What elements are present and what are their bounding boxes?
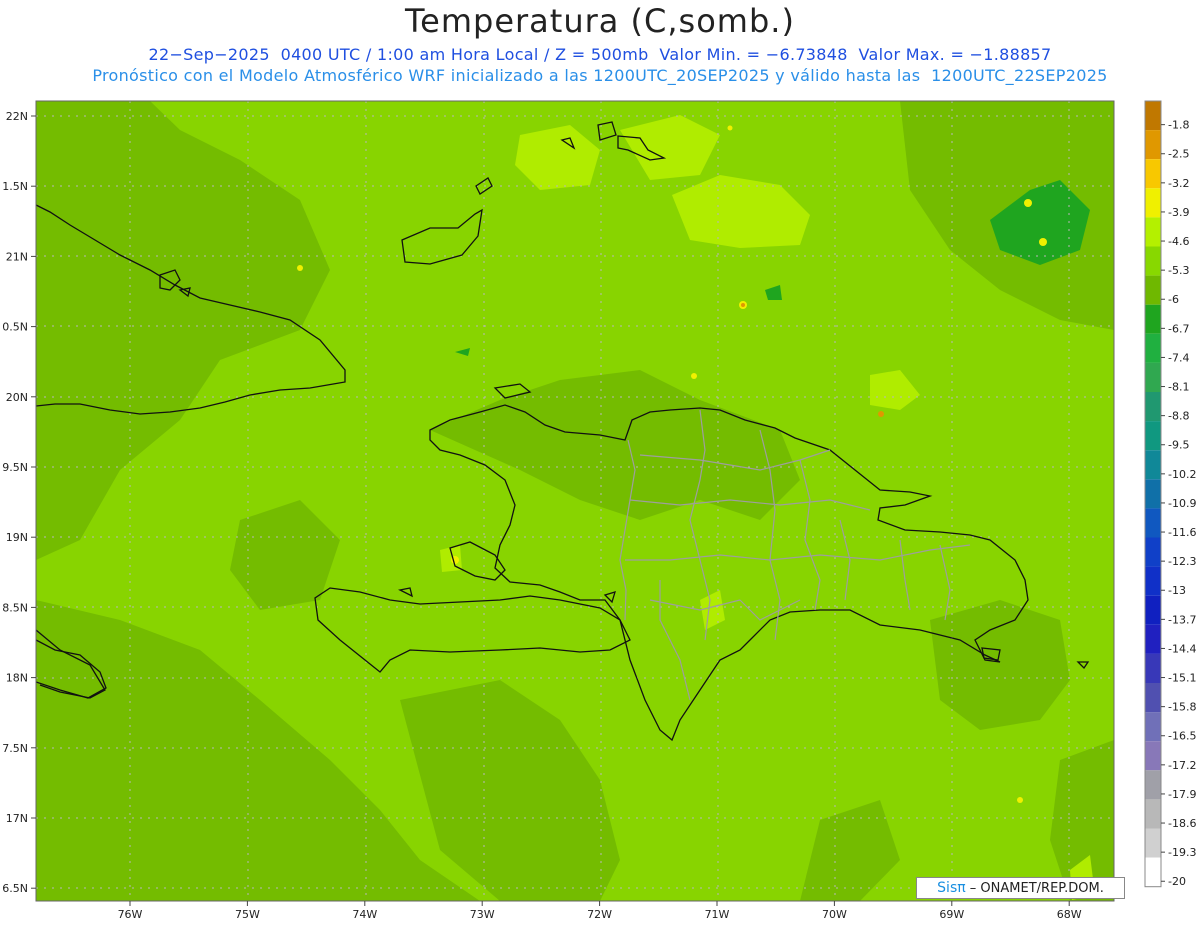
lat-label: 18N <box>6 672 28 685</box>
lon-label: 69W <box>939 908 964 921</box>
legend-swatch <box>1145 857 1161 887</box>
legend-swatch <box>1145 479 1161 509</box>
legend-swatch <box>1145 101 1161 131</box>
color-legend: -1.8 -2.5 -3.2 -3.9 -4.6 -5.3 -6 -6.7 -7.4 -8.1 -8… <box>1144 100 1196 888</box>
legend-swatch <box>1145 450 1161 480</box>
lat-label: 20N <box>6 391 28 404</box>
legend-swatch <box>1145 770 1161 800</box>
legend-swatch <box>1145 130 1161 160</box>
legend-swatch <box>1145 566 1161 596</box>
legend-swatch <box>1145 712 1161 742</box>
longitude-axis: 76W 75W 74W 73W 72W 71W 70W 69W 68W <box>118 901 1082 921</box>
legend-swatch <box>1145 217 1161 247</box>
legend-label: -3.2 <box>1168 177 1189 190</box>
lon-label: 68W <box>1057 908 1082 921</box>
legend-label: -6.7 <box>1168 322 1189 335</box>
legend-label: -17.9 <box>1168 788 1196 801</box>
legend-label: -1.8 <box>1168 119 1189 132</box>
lat-label: 17N <box>6 812 28 825</box>
legend-swatch <box>1145 333 1161 363</box>
legend-swatch <box>1145 624 1161 654</box>
legend-swatch <box>1145 683 1161 713</box>
legend-swatch <box>1145 421 1161 451</box>
legend-label: -11.6 <box>1168 526 1196 539</box>
credit-box: Sisπ – ONAMET/REP.DOM. <box>916 877 1125 899</box>
lat-label: 9.5N <box>2 461 28 474</box>
legend-swatch <box>1145 159 1161 189</box>
legend-swatch <box>1145 741 1161 771</box>
legend-label: -15.8 <box>1168 701 1196 714</box>
legend-label: -19.3 <box>1168 846 1196 859</box>
lat-label: 21N <box>6 250 28 263</box>
legend-swatch <box>1145 362 1161 392</box>
legend-label: -15.1 <box>1168 672 1196 685</box>
credit-text: – ONAMET/REP.DOM. <box>965 881 1104 896</box>
lon-label: 75W <box>235 908 260 921</box>
legend-swatch <box>1145 304 1161 334</box>
legend-label: -8.8 <box>1168 410 1189 423</box>
lat-label: 7.5N <box>2 742 28 755</box>
legend-label: -20 <box>1168 875 1186 888</box>
legend-label: -13 <box>1168 584 1186 597</box>
legend-swatch <box>1145 828 1161 858</box>
legend-label: -17.2 <box>1168 759 1196 772</box>
legend-swatch <box>1145 392 1161 422</box>
legend-label: -10.2 <box>1168 468 1196 481</box>
lon-label: 71W <box>705 908 730 921</box>
legend-swatch <box>1145 246 1161 276</box>
legend-label: -10.9 <box>1168 497 1196 510</box>
legend-label: -8.1 <box>1168 381 1189 394</box>
latitude-axis: 22N 1.5N 21N 0.5N 20N 9.5N 19N 8.5N 18N 7.5N 17N 6.… <box>2 110 36 895</box>
temperature-map: 22N 1.5N 21N 0.5N 20N 9.5N 19N 8.5N 18N 7.5N 17N 6.… <box>2 100 1196 921</box>
legend-label: -4.6 <box>1168 235 1189 248</box>
legend-label: -18.6 <box>1168 817 1196 830</box>
lat-label: 6.5N <box>2 882 28 895</box>
lat-label: 22N <box>6 110 28 123</box>
legend-swatch <box>1145 653 1161 683</box>
lat-label: 19N <box>6 531 28 544</box>
lon-label: 72W <box>587 908 612 921</box>
legend-label: -3.9 <box>1168 206 1189 219</box>
legend-swatch <box>1145 537 1161 567</box>
legend-label: -13.7 <box>1168 613 1196 626</box>
legend-label: -5.3 <box>1168 264 1189 277</box>
legend-label: -7.4 <box>1168 351 1189 364</box>
lat-label: 8.5N <box>2 601 28 614</box>
legend-swatch <box>1145 275 1161 305</box>
lat-label: 0.5N <box>2 321 28 334</box>
legend-label: -16.5 <box>1168 730 1196 743</box>
legend-swatch <box>1145 188 1161 218</box>
legend-swatch <box>1145 595 1161 625</box>
lon-label: 70W <box>822 908 847 921</box>
legend-swatch <box>1145 799 1161 829</box>
lon-label: 76W <box>118 908 143 921</box>
legend-label: -6 <box>1168 293 1179 306</box>
credit-brand: Sisπ <box>937 880 966 896</box>
legend-label: -9.5 <box>1168 439 1189 452</box>
lat-label: 1.5N <box>2 180 28 193</box>
lon-label: 74W <box>352 908 377 921</box>
legend-swatch <box>1145 508 1161 538</box>
legend-label: -12.3 <box>1168 555 1196 568</box>
lon-label: 73W <box>470 908 495 921</box>
legend-label: -2.5 <box>1168 148 1189 161</box>
legend-label: -14.4 <box>1168 642 1196 655</box>
